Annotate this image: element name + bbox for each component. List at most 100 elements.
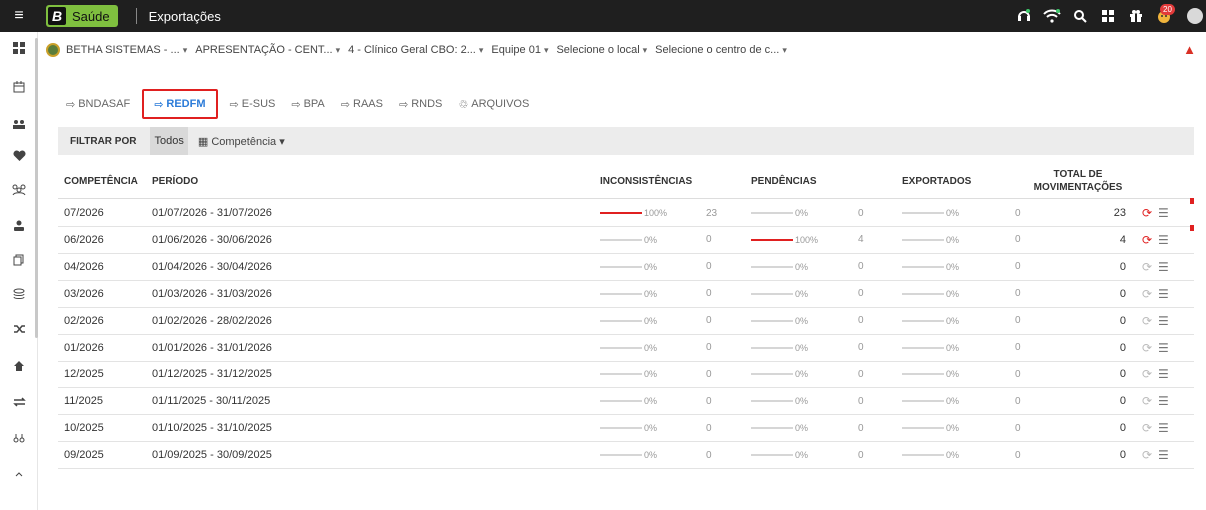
- header-exportados[interactable]: EXPORTADOS: [902, 163, 971, 199]
- wifi-icon[interactable]: [1038, 0, 1066, 32]
- brand-logo[interactable]: B Saúde: [46, 5, 118, 27]
- tab-esus[interactable]: ⇨ E-SUS: [222, 89, 284, 119]
- context-cost-center-select[interactable]: Selecione o centro de c... ▾: [655, 44, 787, 56]
- header-inconsistencias[interactable]: INCONSISTÊNCIAS: [600, 163, 692, 199]
- shuffle-icon[interactable]: [0, 317, 38, 341]
- group-icon[interactable]: [0, 112, 38, 136]
- context-bar: BETHA SISTEMAS - ... ▾ APRESENTAÇÃO - CEN…: [46, 36, 1196, 64]
- table-row[interactable]: 12/2025 01/12/2025 - 31/12/2025 0% 0 0% 0 0% 0 0…: [58, 361, 1194, 389]
- total-movimentacoes: 4: [1119, 233, 1126, 246]
- copy-icon[interactable]: [0, 248, 38, 272]
- table-row[interactable]: 09/2025 01/09/2025 - 30/09/2025 0% 0 0% 0 0% 0 0…: [58, 442, 1194, 470]
- sync-icon[interactable]: ⟳: [1142, 442, 1152, 468]
- exportados-count: 0: [1015, 288, 1021, 300]
- table-row[interactable]: 02/2026 01/02/2026 - 28/02/2026 0% 0 0% 0 0% 0 0…: [58, 308, 1194, 335]
- tab-label: RAAS: [353, 98, 383, 110]
- exportados-count: 0: [1015, 368, 1021, 380]
- header-periodo[interactable]: PERÍODO: [152, 163, 198, 199]
- competencia-cell: 07/2026: [64, 207, 104, 219]
- inconsistencias-percent: 0%: [644, 396, 658, 407]
- table-row[interactable]: 03/2026 01/03/2026 - 31/03/2026 0% 0 0% 0 0% 0 0…: [58, 281, 1194, 308]
- tab-arquivos[interactable]: ♲ ARQUIVOS: [450, 89, 537, 119]
- list-icon[interactable]: ☰: [1158, 388, 1169, 414]
- list-icon[interactable]: ☰: [1158, 335, 1169, 361]
- tab-redfm[interactable]: ⇨ REDFM: [142, 89, 218, 119]
- periodo-cell: 01/11/2025 - 30/11/2025: [152, 395, 271, 408]
- home-icon[interactable]: [0, 354, 38, 378]
- filter-all-button[interactable]: Todos: [150, 127, 188, 155]
- list-icon[interactable]: ☰: [1158, 361, 1169, 387]
- support-icon[interactable]: [1010, 0, 1038, 32]
- sync-icon[interactable]: ⟳: [1142, 200, 1152, 226]
- header-competencia[interactable]: COMPETÊNCIA: [64, 163, 138, 199]
- exportados-count: 0: [1015, 234, 1021, 246]
- export-icon: ⇨: [398, 98, 409, 111]
- list-icon[interactable]: ☰: [1158, 442, 1169, 468]
- sync-icon[interactable]: ⟳: [1142, 308, 1152, 334]
- context-unit-select[interactable]: APRESENTAÇÃO - CENT... ▾: [195, 44, 340, 56]
- more-icon[interactable]: [0, 462, 38, 486]
- top-bar: ≡ B Saúde Exportações 20: [0, 0, 1206, 32]
- pendencias-progress-bar: [751, 238, 793, 241]
- competencia-cell: 03/2026: [64, 287, 104, 300]
- table-row[interactable]: 04/2026 01/04/2026 - 30/04/2026 0% 0 0% 0 0% 0 0…: [58, 254, 1194, 281]
- table-row[interactable]: 06/2026 01/06/2026 - 30/06/2026 0% 0 100% 4 0%…: [58, 224, 1194, 254]
- warning-icon[interactable]: ▲: [1183, 42, 1196, 57]
- header-pendencias[interactable]: PENDÊNCIAS: [751, 163, 817, 199]
- table-row[interactable]: 11/2025 01/11/2025 - 30/11/2025 0% 0 0% 0 0% 0 0…: [58, 388, 1194, 416]
- sync-icon[interactable]: ⟳: [1142, 227, 1152, 253]
- pendencias-count: 0: [858, 395, 864, 407]
- list-icon[interactable]: ☰: [1158, 254, 1169, 280]
- notifications-icon[interactable]: 20: [1150, 0, 1178, 32]
- sync-icon[interactable]: ⟳: [1142, 361, 1152, 387]
- sync-icon[interactable]: ⟳: [1142, 254, 1152, 280]
- list-icon[interactable]: ☰: [1158, 200, 1169, 226]
- transfer-icon[interactable]: [0, 390, 38, 414]
- inconsistencias-progress-fill: [600, 212, 642, 214]
- layers-icon[interactable]: [0, 282, 38, 306]
- filter-label: FILTRAR POR: [70, 135, 137, 147]
- periodo-cell: 01/09/2025 - 30/09/2025: [152, 449, 272, 462]
- table-row[interactable]: 10/2025 01/10/2025 - 31/10/2025 0% 0 0% 0 0% 0 0…: [58, 415, 1194, 443]
- patient-icon[interactable]: [0, 214, 38, 238]
- pendencias-count: 0: [858, 342, 864, 353]
- dashboard-icon[interactable]: [0, 36, 38, 60]
- pendencias-percent: 0%: [795, 342, 809, 353]
- tab-raas[interactable]: ⇨ RAAS: [333, 89, 391, 119]
- calendar-icon[interactable]: [0, 75, 38, 99]
- list-icon[interactable]: ☰: [1158, 227, 1169, 253]
- tab-bpa[interactable]: ⇨ BPA: [283, 89, 332, 119]
- chevron-down-icon: ▾: [478, 45, 484, 55]
- heart-icon[interactable]: [0, 144, 38, 168]
- list-icon[interactable]: ☰: [1158, 415, 1169, 441]
- export-icon: ⇨: [229, 98, 239, 111]
- table-row[interactable]: 07/2026 01/07/2026 - 31/07/2026 100% 23 0% 0 0…: [58, 198, 1194, 227]
- header-total-line1: TOTAL DE: [1053, 169, 1103, 180]
- sync-icon[interactable]: ⟳: [1142, 281, 1152, 307]
- team-icon[interactable]: [0, 178, 38, 202]
- list-icon[interactable]: ☰: [1158, 281, 1169, 307]
- table-row[interactable]: 01/2026 01/01/2026 - 31/01/2026 0% 0 0% 0 0% 0 0…: [58, 335, 1194, 362]
- search-icon[interactable]: [1066, 0, 1094, 32]
- sync-icon[interactable]: ⟳: [1142, 335, 1152, 361]
- context-local-select[interactable]: Selecione o local ▾: [556, 44, 647, 56]
- context-professional-select[interactable]: 4 - Clínico Geral CBO: 2... ▾: [348, 44, 483, 56]
- list-icon[interactable]: ☰: [1158, 308, 1169, 334]
- pendencias-progress-bar: [751, 373, 793, 376]
- header-total[interactable]: TOTAL DE MOVIMENTAÇÕES: [1033, 163, 1123, 199]
- sync-icon[interactable]: ⟳: [1142, 415, 1152, 441]
- filter-competencia-select[interactable]: ▦ Competência ▾: [198, 135, 285, 148]
- exportados-count: 0: [1015, 342, 1021, 353]
- inconsistencias-percent: 0%: [644, 450, 658, 461]
- tab-rnds[interactable]: ⇨ RNDS: [391, 89, 450, 119]
- context-team-select[interactable]: Equipe 01 ▾: [491, 44, 548, 56]
- tab-bndasaf[interactable]: ⇨ BNDASAF: [58, 89, 138, 119]
- gift-icon[interactable]: [1122, 0, 1150, 32]
- sync-icon[interactable]: ⟳: [1142, 388, 1152, 414]
- menu-icon[interactable]: ≡: [0, 0, 38, 32]
- user-avatar[interactable]: [1178, 0, 1206, 32]
- context-entity-select[interactable]: BETHA SISTEMAS - ... ▾: [66, 44, 187, 56]
- total-movimentacoes: 0: [1119, 395, 1126, 408]
- apps-grid-icon[interactable]: [1094, 0, 1122, 32]
- tools-icon[interactable]: [0, 427, 38, 451]
